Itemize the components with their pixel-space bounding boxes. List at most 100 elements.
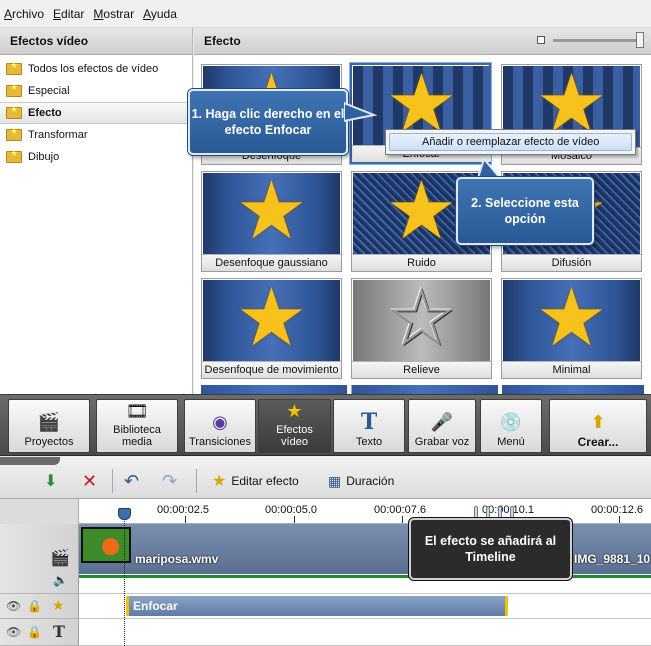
timeline-tab — [0, 457, 60, 465]
undo-button[interactable]: ↶ — [124, 469, 139, 493]
text-track[interactable] — [79, 619, 651, 646]
create-icon: ⬆ — [590, 412, 606, 432]
ruler-mark: 00:00:02.5 — [157, 504, 209, 516]
text-label: Texto — [355, 436, 383, 448]
edit-effect-button[interactable]: ★ Editar efecto — [212, 469, 299, 493]
category-efecto[interactable]: Efecto — [0, 102, 192, 124]
video-effects-button[interactable]: ★ Efectos vídeo — [258, 399, 331, 453]
ruler-tick — [402, 516, 403, 523]
effect-track-header: 👁 🔒 ★ — [0, 594, 79, 619]
menu-ayuda[interactable]: Ayuda — [143, 7, 177, 21]
add-replace-effect-menu-item[interactable]: Añadir o reemplazar efecto de vídeo — [389, 133, 632, 151]
star-icon: ★ — [385, 173, 458, 255]
star-icon: ☆ — [385, 280, 458, 362]
lock-icon[interactable]: 🔒 — [27, 599, 42, 613]
timeline-toolbar: ⬇ ✕ ↶ ↷ ★ Editar efecto ▦ Duración — [0, 457, 651, 499]
move-down-button[interactable]: ⬇ — [44, 469, 57, 493]
toolbar-separator — [112, 469, 113, 493]
menu-button[interactable]: 💿 Menú — [480, 399, 542, 453]
eye-icon[interactable]: 👁 — [6, 599, 21, 613]
effect-tile-minimal[interactable]: ★ Minimal — [501, 278, 642, 379]
main-toolbar: 🎬 Proyectos 🎞 Biblioteca media ◉ Transic… — [0, 394, 651, 456]
effect-tile-relieve[interactable]: ☆ Relieve — [351, 278, 492, 379]
folder-icon — [6, 126, 22, 141]
ruler-mark: 00:00:12.6 — [591, 504, 643, 516]
ruler-mark: 00:00:05.0 — [265, 504, 317, 516]
effects-panel-header: Efecto — [194, 28, 651, 55]
playhead-line — [124, 510, 125, 646]
ruler-tick — [294, 516, 295, 523]
text-track-icon: T — [53, 622, 65, 641]
video-effects-categories: Efectos vídeo Todos los efectos de vídeo… — [0, 28, 193, 394]
projects-label: Proyectos — [24, 436, 74, 448]
category-transformar[interactable]: Transformar — [0, 124, 192, 146]
effect-tile-desenfoque-gaussiano[interactable]: ★ Desenfoque gaussiano — [201, 171, 342, 272]
callout-timeline-note: El efecto se añadirá al Timeline — [409, 518, 572, 580]
transitions-icon: ◉ — [212, 412, 228, 432]
effect-label: Ruido — [352, 254, 491, 271]
effects-icon: ★ — [286, 400, 303, 421]
ruler-tick — [619, 516, 620, 523]
media-library-label: Biblioteca media — [113, 424, 161, 448]
menu-label: Menú — [497, 436, 525, 448]
effects-track-icon: ★ — [52, 597, 65, 613]
redo-button[interactable]: ↷ — [162, 469, 177, 493]
redo-icon: ↷ — [162, 470, 178, 491]
zoom-slider[interactable] — [553, 31, 644, 48]
category-label: Todos los efectos de vídeo — [28, 63, 159, 75]
create-button[interactable]: ⬆ Crear... — [549, 399, 647, 453]
video-clip-name: mariposa.wmv — [135, 552, 219, 566]
effect-clip-enfocar[interactable]: Enfocar — [126, 596, 508, 616]
effect-label: Difusión — [502, 254, 641, 271]
thumbnail-zoom — [537, 31, 644, 48]
effect-track[interactable]: Enfocar — [79, 594, 651, 619]
zoom-slider-thumb[interactable] — [636, 31, 644, 48]
video-effects-label: Efectos vídeo — [276, 424, 313, 448]
duration-button[interactable]: ▦ Duración — [328, 469, 394, 493]
folder-icon — [6, 104, 22, 119]
eye-icon[interactable]: 👁 — [6, 625, 21, 639]
media-library-button[interactable]: 🎞 Biblioteca media — [96, 399, 178, 453]
clapper-icon: 🎬 — [37, 412, 61, 432]
effect-label: Minimal — [502, 361, 641, 378]
menu-mostrar[interactable]: Mostrar — [93, 7, 134, 21]
effects-panel-title: Efecto — [204, 34, 241, 48]
edit-effect-label: Editar efecto — [231, 474, 299, 488]
edit-effect-icon: ★ — [212, 473, 227, 490]
category-label: Efecto — [28, 107, 62, 119]
zoom-small-icon — [537, 36, 545, 44]
record-voice-label: Grabar voz — [414, 436, 470, 448]
video-clip-name-2: IMG_9881_10 — [574, 552, 651, 566]
ruler-mark: 00:00:07.6 — [374, 504, 426, 516]
playhead-handle[interactable] — [118, 508, 131, 520]
category-all[interactable]: Todos los efectos de vídeo — [0, 58, 192, 80]
effect-thumbnail: ☆ — [353, 280, 490, 362]
microphone-icon: 🎤 — [430, 412, 454, 432]
lock-icon[interactable]: 🔒 — [27, 625, 42, 639]
callout-step2: 2. Seleccione esta opción — [456, 177, 594, 245]
transitions-label: Transiciones — [189, 436, 251, 448]
menu-archivo[interactable]: Archivo — [4, 7, 44, 21]
delete-icon: ✕ — [82, 470, 98, 491]
speaker-icon[interactable]: 🔈 — [53, 573, 68, 587]
duration-icon: ▦ — [328, 472, 342, 489]
folder-icon — [6, 148, 22, 163]
menu-editar[interactable]: Editar — [53, 7, 84, 21]
duration-label: Duración — [346, 474, 395, 488]
callout-step1: 1. Haga clic derecho en el efecto Enfoca… — [188, 89, 348, 155]
category-especial[interactable]: Especial — [0, 80, 192, 102]
transitions-button[interactable]: ◉ Transiciones — [184, 399, 256, 453]
folder-icon — [6, 60, 22, 75]
delete-button[interactable]: ✕ — [82, 469, 97, 493]
category-dibujo[interactable]: Dibujo — [0, 146, 192, 168]
effect-label: Desenfoque de movimiento — [202, 361, 341, 378]
callout-step1-arrow — [344, 101, 378, 123]
text-button[interactable]: T Texto — [333, 399, 405, 453]
star-icon: ★ — [235, 280, 308, 362]
record-voice-button[interactable]: 🎤 Grabar voz — [408, 399, 476, 453]
projects-button[interactable]: 🎬 Proyectos — [8, 399, 90, 453]
category-label: Transformar — [28, 129, 88, 141]
context-menu: Añadir o reemplazar efecto de vídeo — [385, 129, 636, 155]
effect-tile-desenfoque-movimiento[interactable]: ★ Desenfoque de movimiento — [201, 278, 342, 379]
text-track-header: 👁 🔒 T — [0, 619, 79, 646]
